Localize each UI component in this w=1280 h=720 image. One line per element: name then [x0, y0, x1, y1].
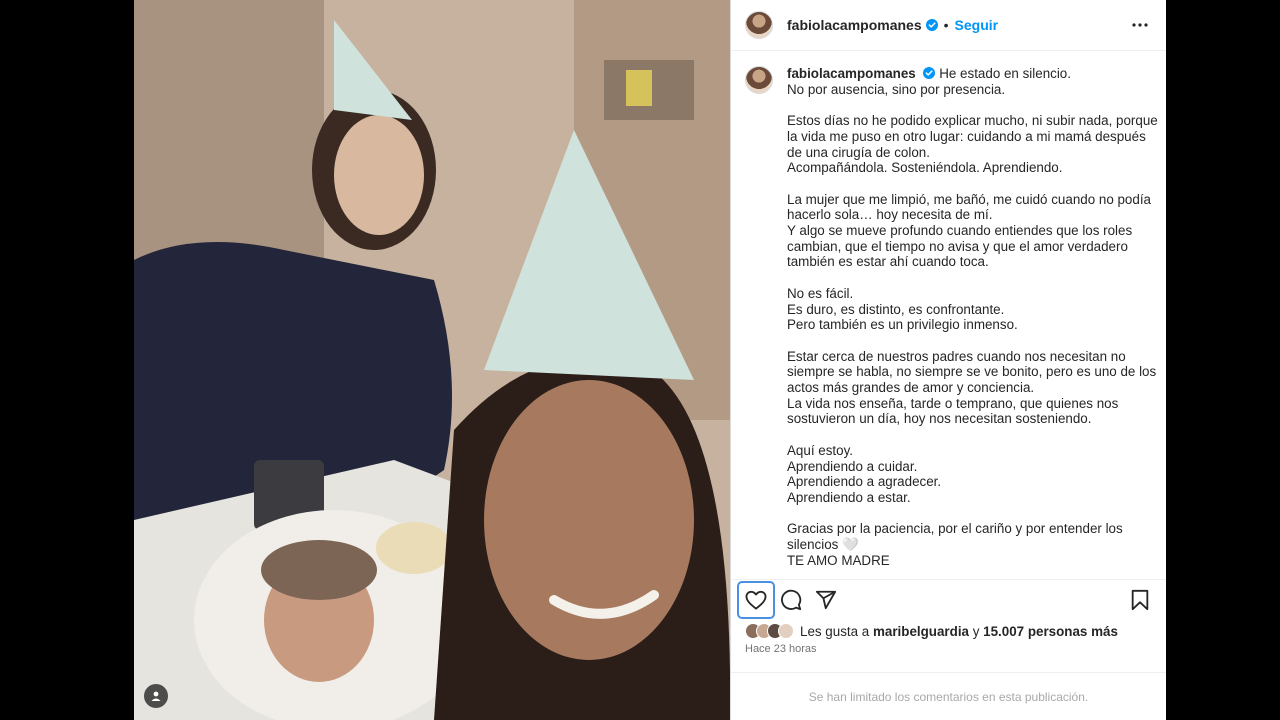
caption-first-line: He estado en silencio.	[939, 66, 1071, 81]
caption-line: fabiolacampomanes He estado en silencio.	[787, 66, 1158, 82]
caption-line: La vida nos enseña, tarde o temprano, qu…	[787, 395, 1119, 411]
author-avatar[interactable]	[745, 11, 773, 39]
post-timestamp[interactable]: Hace 23 horas	[745, 643, 817, 655]
heart-icon	[745, 590, 767, 610]
caption-line: Gracias por la paciencia, por el cariño …	[787, 521, 1123, 537]
caption-line: Pero también es un privilegio inmenso.	[787, 317, 1018, 333]
post-actions	[731, 579, 1166, 619]
more-options-icon[interactable]	[1128, 13, 1152, 37]
caption-line: Es duro, es distinto, es confrontante.	[787, 301, 1005, 317]
caption-line: Y algo se mueve profundo cuando entiende…	[787, 223, 1133, 238]
bookmark-icon	[1131, 589, 1149, 610]
caption: fabiolacampomanes He estado en silencio.…	[745, 66, 1158, 568]
likes-prefix: Les gusta a	[800, 623, 870, 639]
caption-line: la vida me puso en otro lugar: cuidando …	[787, 128, 1146, 144]
caption-author-avatar[interactable]	[745, 66, 773, 94]
caption-line: No por ausencia, sino por presencia.	[787, 81, 1006, 97]
save-button[interactable]	[1123, 583, 1157, 617]
post-header: fabiolacampomanes • Seguir	[731, 0, 1166, 51]
liker-avatars[interactable]	[745, 623, 794, 639]
comments-limited-notice: Se han limitado los comentarios en esta …	[731, 672, 1166, 720]
caption-line	[787, 97, 1158, 113]
caption-line: actos más grandes de amor y conciencia.	[787, 380, 1035, 395]
caption-area: fabiolacampomanes He estado en silencio.…	[731, 52, 1166, 574]
caption-line: Estos días no he podido explicar mucho, …	[787, 113, 1158, 129]
caption-line: también es estar ahí cuando toca.	[787, 254, 989, 270]
caption-line: hacerlo sola… hoy necesita de mí.	[787, 207, 993, 223]
caption-line: silencios 🤍	[787, 537, 859, 552]
caption-line: TE AMO MADRE	[787, 552, 890, 568]
caption-line: Estar cerca de nuestros padres cuando no…	[787, 348, 1126, 364]
likes-count-link[interactable]: 15.007 personas más	[983, 624, 1118, 639]
caption-line: Acompañándola. Sosteniéndola. Aprendiend…	[787, 160, 1063, 176]
caption-line	[787, 427, 1158, 443]
caption-line	[787, 506, 1158, 522]
follow-button[interactable]: Seguir	[955, 17, 999, 33]
author-username[interactable]: fabiolacampomanes	[787, 17, 922, 33]
likes-user-link[interactable]: maribelguardia	[873, 624, 969, 639]
verified-badge-icon	[923, 67, 936, 79]
caption-line	[787, 270, 1158, 286]
like-button[interactable]	[737, 580, 775, 619]
verified-badge-icon	[925, 19, 938, 31]
caption-line: La mujer que me limpió, me bañó, me cuid…	[787, 191, 1151, 207]
post-side-panel: fabiolacampomanes • Seguir fabiolacampom…	[730, 0, 1166, 720]
likes-summary: Les gusta a maribelguardia y 15.007 pers…	[745, 623, 1152, 639]
caption-line: No es fácil.	[787, 285, 854, 301]
caption-line: siempre se habla, no siempre se ve bonit…	[787, 364, 1157, 380]
user-tag-icon[interactable]	[144, 684, 168, 708]
caption-username[interactable]: fabiolacampomanes	[787, 66, 916, 81]
caption-line: Aprendiendo a estar.	[787, 489, 911, 505]
comment-icon	[781, 589, 802, 610]
caption-line: Aprendiendo a agradecer.	[787, 474, 942, 490]
caption-line: de una cirugía de colon.	[787, 144, 930, 160]
share-icon	[815, 590, 837, 609]
post-photo	[134, 0, 730, 720]
caption-line	[787, 176, 1158, 192]
caption-line	[787, 333, 1158, 349]
caption-line: Aprendiendo a cuidar.	[787, 458, 918, 474]
comment-button[interactable]	[774, 583, 808, 617]
caption-line: cambian, que el tiempo no avisa y que el…	[787, 238, 1128, 254]
share-button[interactable]	[809, 583, 843, 617]
separator-dot: •	[943, 17, 949, 33]
caption-body: fabiolacampomanes He estado en silencio.…	[787, 66, 1158, 568]
post-image[interactable]	[134, 0, 730, 720]
caption-line: Aquí estoy.	[787, 442, 853, 458]
caption-line: sostuvieron un día, hoy nos necesitan so…	[787, 411, 1092, 427]
likes-conjunction: y	[972, 623, 980, 639]
avatar	[778, 623, 794, 639]
